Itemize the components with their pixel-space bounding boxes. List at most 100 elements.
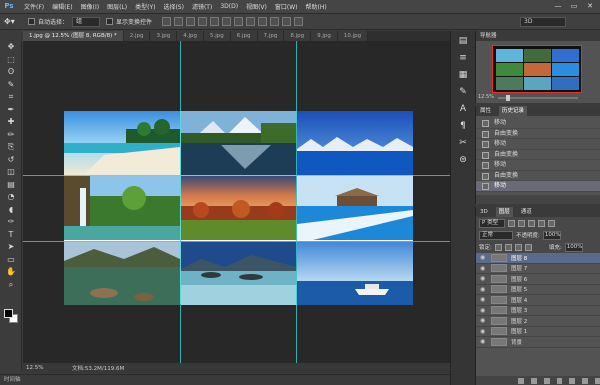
- brush-tool-icon[interactable]: ✏: [0, 129, 22, 142]
- history-item-selected[interactable]: 移动: [476, 181, 600, 192]
- menu-layer[interactable]: 图层(L): [107, 2, 127, 11]
- lock-paint-icon[interactable]: [504, 243, 512, 251]
- eyedropper-tool-icon[interactable]: ✒: [0, 104, 22, 117]
- visibility-eye-icon[interactable]: ◉: [480, 338, 488, 345]
- foreground-color-swatch[interactable]: [4, 309, 13, 318]
- photo-resort-pool[interactable]: [297, 176, 413, 240]
- maximize-button[interactable]: ▭: [568, 1, 580, 11]
- photo-sunset-forest[interactable]: [181, 176, 297, 240]
- blur-tool-icon[interactable]: ◔: [0, 191, 22, 204]
- gradient-tool-icon[interactable]: ▤: [0, 179, 22, 192]
- menu-edit[interactable]: 编辑(E): [52, 2, 72, 11]
- new-layer-icon[interactable]: [582, 377, 589, 384]
- layer-row[interactable]: ◉ 图层 1: [476, 327, 600, 337]
- layer-row[interactable]: ◉ 图层 2: [476, 316, 600, 327]
- tools-preset-icon[interactable]: ✂: [454, 136, 472, 150]
- horizontal-guide[interactable]: [23, 175, 450, 176]
- dodge-tool-icon[interactable]: ◖: [0, 204, 22, 217]
- healing-tool-icon[interactable]: ✚: [0, 116, 22, 129]
- 3d-mode-dropdown[interactable]: 3D: [520, 17, 566, 27]
- canvas-area[interactable]: [23, 41, 450, 363]
- document-info[interactable]: 文档:53.2M/119.6M: [72, 364, 124, 372]
- tab-4[interactable]: 4.jpg: [177, 31, 205, 41]
- marquee-tool-icon[interactable]: ⬚: [0, 54, 22, 67]
- shape-tool-icon[interactable]: ▭: [0, 254, 22, 267]
- tab-3d[interactable]: 3D: [480, 207, 488, 217]
- eraser-tool-icon[interactable]: ◫: [0, 166, 22, 179]
- photo-river-rocks[interactable]: [64, 241, 180, 305]
- align-middle-icon[interactable]: [174, 17, 184, 26]
- history-item[interactable]: 移动: [476, 139, 600, 150]
- align-center-icon[interactable]: [210, 17, 220, 26]
- layer-row[interactable]: ◉ 图层 3: [476, 306, 600, 316]
- navigator-zoom[interactable]: 12.5%: [478, 94, 494, 100]
- visibility-eye-icon[interactable]: ◉: [480, 296, 488, 303]
- distribute-right-icon[interactable]: [294, 17, 304, 26]
- tab-2[interactable]: 2.jpg: [123, 31, 151, 41]
- tab-3[interactable]: 3.jpg: [150, 31, 178, 41]
- lock-position-icon[interactable]: [514, 243, 522, 251]
- auto-select-dropdown[interactable]: 组: [72, 16, 101, 27]
- tab-5[interactable]: 5.jpg: [204, 31, 231, 41]
- menu-help[interactable]: 帮助(H): [306, 2, 327, 11]
- photo-mountain-lake[interactable]: [181, 111, 297, 175]
- navigator-zoom-knob[interactable]: [506, 95, 510, 101]
- layer-row[interactable]: ◉ 图层 7: [476, 264, 600, 274]
- filter-shape-icon[interactable]: [538, 219, 545, 227]
- character-icon[interactable]: A: [454, 102, 472, 116]
- distribute-middle-icon[interactable]: [246, 17, 256, 26]
- opacity-field[interactable]: 100%: [542, 230, 561, 240]
- align-top-icon[interactable]: [162, 17, 172, 26]
- layer-kind-dropdown[interactable]: P 类型: [479, 218, 505, 228]
- horizontal-guide[interactable]: [23, 241, 450, 242]
- clone-source-icon[interactable]: ⊜: [454, 153, 472, 167]
- layer-row[interactable]: ◉ 图层 6: [476, 274, 600, 285]
- navigator-view-frame[interactable]: [492, 45, 582, 93]
- delete-layer-icon[interactable]: [595, 377, 600, 384]
- link-layers-icon[interactable]: [518, 377, 524, 384]
- filter-adjustment-icon[interactable]: [518, 219, 525, 227]
- photo-rapids[interactable]: [181, 241, 297, 305]
- swatches-icon[interactable]: ▦: [454, 68, 472, 82]
- photo-beach[interactable]: [64, 111, 180, 175]
- tab-properties[interactable]: 属性: [480, 106, 491, 116]
- align-right-icon[interactable]: [222, 17, 232, 26]
- photo-waterfall[interactable]: [64, 176, 180, 240]
- quick-select-tool-icon[interactable]: ✎: [0, 79, 22, 92]
- tab-6[interactable]: 6.jpg: [230, 31, 258, 41]
- auto-select-checkbox[interactable]: [28, 18, 35, 25]
- minimize-button[interactable]: —: [552, 1, 564, 11]
- distribute-left-icon[interactable]: [270, 17, 280, 26]
- distribute-bottom-icon[interactable]: [258, 17, 268, 26]
- menu-file[interactable]: 文件(F): [24, 2, 44, 11]
- visibility-eye-icon[interactable]: ◉: [480, 317, 488, 324]
- timeline-tab[interactable]: 时间轴: [0, 374, 450, 385]
- history-item[interactable]: 移动: [476, 118, 600, 129]
- history-item[interactable]: 自由变换: [476, 150, 600, 160]
- tab-history[interactable]: 历史记录: [499, 106, 528, 116]
- history-item[interactable]: 自由变换: [476, 129, 600, 139]
- tab-layers[interactable]: 图层: [495, 207, 513, 217]
- photo-yacht[interactable]: [297, 241, 413, 305]
- menu-view[interactable]: 视图(V): [246, 2, 267, 11]
- tab-10[interactable]: 10.jpg: [337, 31, 369, 41]
- menu-filter[interactable]: 滤镜(T): [192, 2, 212, 11]
- visibility-eye-icon[interactable]: ◉: [480, 328, 488, 335]
- tab-8[interactable]: 8.jpg: [284, 31, 312, 41]
- menu-type[interactable]: 类型(Y): [135, 2, 155, 11]
- pen-tool-icon[interactable]: ✑: [0, 216, 22, 229]
- menu-window[interactable]: 窗口(W): [275, 2, 298, 11]
- vertical-guide[interactable]: [180, 41, 181, 363]
- tab-9[interactable]: 9.jpg: [311, 31, 338, 41]
- filter-pixel-icon[interactable]: [508, 219, 515, 227]
- adjustment-layer-icon[interactable]: [556, 377, 563, 384]
- photo-snow-lake[interactable]: [297, 111, 413, 175]
- blend-mode-dropdown[interactable]: 正常: [479, 230, 513, 240]
- layer-row[interactable]: ◉ 图层 4: [476, 295, 600, 306]
- distribute-top-icon[interactable]: [234, 17, 244, 26]
- visibility-eye-icon[interactable]: ◉: [480, 254, 488, 261]
- menu-image[interactable]: 图像(I): [81, 2, 99, 11]
- layer-row[interactable]: ◉ 图层 5: [476, 285, 600, 295]
- show-transform-checkbox[interactable]: [106, 18, 114, 25]
- paragraph-icon[interactable]: ¶: [454, 119, 472, 133]
